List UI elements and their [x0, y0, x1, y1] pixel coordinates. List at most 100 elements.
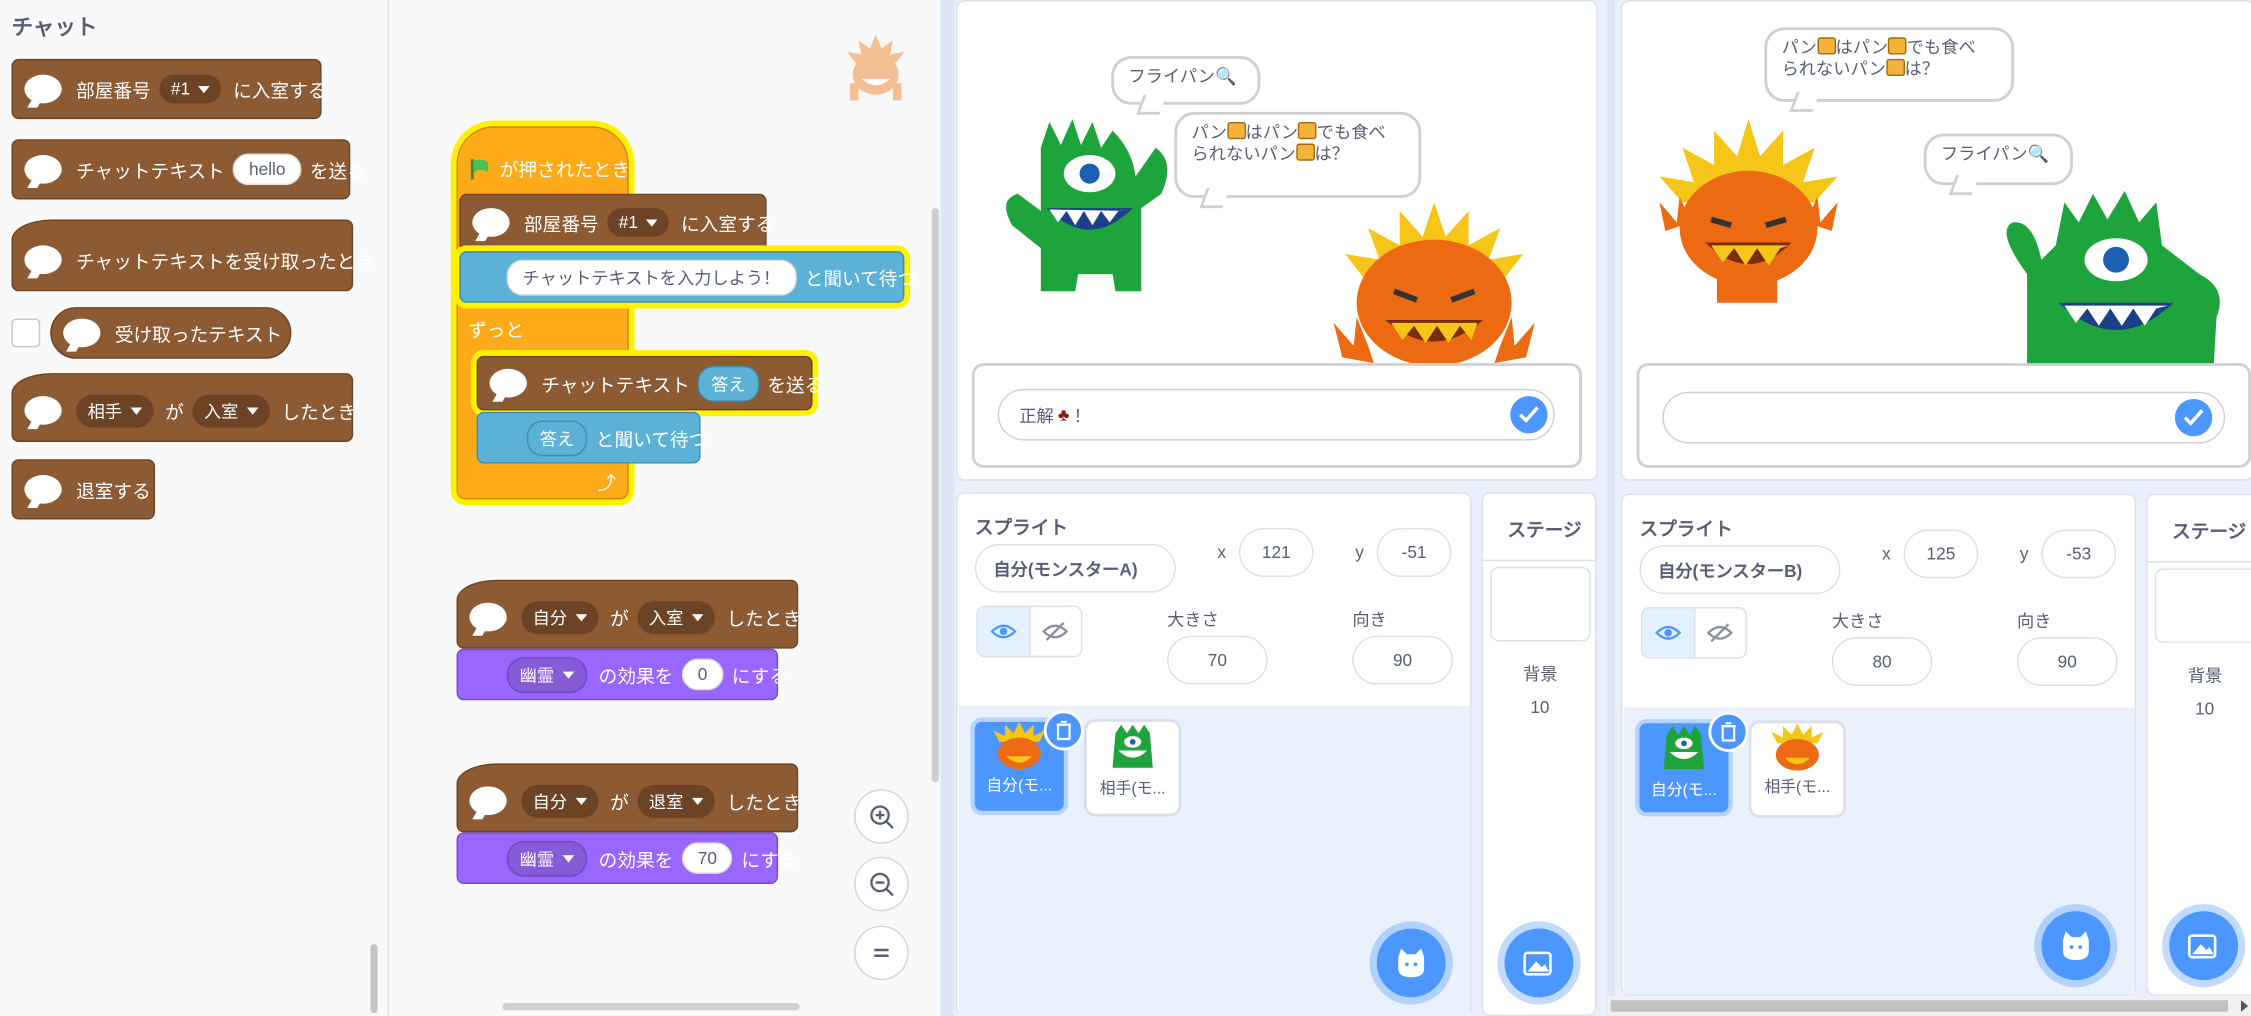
y-field[interactable]: -51: [1376, 528, 1452, 577]
magnifier-icon: 🔍: [1215, 66, 1237, 87]
green-monster-sprite[interactable]: [998, 119, 1176, 300]
palette-block-on-receive-hat[interactable]: チャットテキストを受け取ったとき: [11, 219, 374, 292]
sprite-thumb-partner[interactable]: 相手(モ...: [1083, 718, 1182, 817]
chat-bubble-icon: [489, 368, 527, 398]
window-horizontal-scrollbar[interactable]: [1607, 995, 2251, 1016]
checkmark-icon: [1519, 406, 1539, 423]
block-text: と聞いて待つ: [804, 267, 917, 290]
y-field[interactable]: -53: [2041, 529, 2117, 579]
direction-label: 向き: [2017, 611, 2052, 632]
show-button[interactable]: [977, 607, 1031, 656]
stage-selector-b[interactable]: ステージ 背景 10: [2146, 493, 2251, 996]
delete-sprite-button[interactable]: [1043, 710, 1084, 751]
backdrop-thumb[interactable]: [2154, 568, 2251, 643]
block-self-joined-hat[interactable]: 自分 が 入室 したとき: [456, 579, 801, 649]
palette-scrollbar[interactable]: [370, 944, 378, 1014]
room-dropdown[interactable]: #1: [159, 74, 222, 104]
size-field[interactable]: 80: [1831, 637, 1933, 686]
who-dropdown[interactable]: 自分: [521, 600, 599, 634]
submit-answer-button[interactable]: [1510, 396, 1548, 434]
orange-monster-sprite[interactable]: [1659, 119, 1841, 306]
scroll-right-arrow-icon[interactable]: [2240, 1000, 2249, 1012]
dropdown-caret-icon: [130, 406, 143, 415]
text-input[interactable]: hello: [233, 153, 302, 186]
size-field[interactable]: 70: [1167, 635, 1268, 685]
block-ask-and-wait-2[interactable]: 答え と聞いて待つ: [476, 411, 707, 464]
hide-button[interactable]: [1695, 608, 1746, 657]
magnifier-icon: 🔍: [2027, 143, 2050, 164]
stage-selector-a[interactable]: ステージ 背景 10: [1481, 492, 1597, 1016]
block-text: を送る: [309, 160, 366, 182]
chat-bubble-icon: [24, 474, 62, 504]
who-dropdown[interactable]: 自分: [521, 784, 599, 818]
cat-add-icon: [2062, 931, 2089, 961]
zoom-reset-button[interactable]: [854, 925, 909, 981]
choose-sprite-button[interactable]: [2041, 911, 2111, 981]
divider-line: [1482, 559, 1595, 562]
scrollbar-thumb[interactable]: [1610, 1000, 2229, 1012]
answer-input[interactable]: 正解 ♣！: [997, 388, 1555, 441]
palette-block-send-text[interactable]: チャットテキスト hello を送る: [11, 139, 366, 200]
workspace-vertical-scrollbar[interactable]: [931, 208, 939, 783]
block-self-left-hat[interactable]: 自分 が 退室 したとき: [456, 763, 801, 833]
block-set-ghost-effect-2[interactable]: 幽霊 の効果を 70 にする: [456, 832, 798, 884]
backdrop-thumb[interactable]: [1490, 566, 1591, 642]
delete-sprite-button[interactable]: [1708, 711, 1749, 752]
workspace-horizontal-scrollbar[interactable]: [502, 1003, 800, 1011]
block-send-chat-text[interactable]: チャットテキスト 答え を送る: [476, 355, 823, 411]
direction-field[interactable]: 90: [1352, 635, 1453, 685]
sprite-watermark-icon: [846, 34, 905, 101]
chat-bubble-icon: [469, 786, 507, 816]
visibility-toggle[interactable]: [976, 605, 1083, 658]
choose-backdrop-button[interactable]: [2169, 911, 2239, 981]
orange-monster-sprite[interactable]: [1333, 202, 1535, 364]
sprite-name-field[interactable]: 自分(モンスターA): [974, 543, 1176, 593]
answer-input[interactable]: [1662, 391, 2226, 444]
answer-reporter[interactable]: 答え: [526, 419, 588, 456]
dropdown-caret-icon: [562, 854, 575, 862]
event-dropdown[interactable]: 退室: [637, 784, 715, 818]
chat-bubble-icon: [24, 74, 62, 104]
x-field[interactable]: 121: [1238, 528, 1314, 577]
visibility-toggle[interactable]: [1640, 607, 1748, 659]
answer-reporter[interactable]: 答え: [698, 365, 759, 402]
effect-value-input[interactable]: 0: [681, 658, 724, 691]
chat-bubble-icon: [469, 602, 507, 632]
effect-dropdown[interactable]: 幽霊: [506, 840, 588, 877]
dropdown-caret-icon: [692, 613, 704, 621]
stage-b[interactable]: パン はパン でも食べ られないパン は？ フライパン🔍: [1620, 0, 2251, 481]
direction-field[interactable]: 90: [2017, 637, 2118, 686]
block-ask-and-wait[interactable]: チャットテキストを入力しよう！ と聞いて待つ: [459, 251, 916, 303]
palette-block-join-room[interactable]: 部屋番号 #1 に入室する: [11, 58, 326, 120]
zoom-out-button[interactable]: [854, 856, 909, 912]
palette-block-partner-joined-hat[interactable]: 相手 が 入室 したとき: [11, 373, 356, 442]
monitor-checkbox[interactable]: [11, 318, 41, 348]
trash-icon: [1721, 722, 1736, 742]
zoom-in-button[interactable]: [854, 789, 909, 844]
block-set-ghost-effect[interactable]: 幽霊 の効果を 0 にする: [456, 648, 788, 701]
forever-label: ずっと: [468, 320, 525, 342]
choose-backdrop-button[interactable]: [1504, 928, 1574, 998]
event-dropdown[interactable]: 入室: [192, 393, 270, 427]
palette-block-leave-room[interactable]: 退室する: [11, 459, 156, 520]
event-dropdown[interactable]: 入室: [637, 600, 715, 634]
palette-reporter-received-text[interactable]: 受け取ったテキスト: [50, 307, 292, 359]
submit-answer-button[interactable]: [2174, 398, 2213, 437]
hide-button[interactable]: [1030, 607, 1081, 656]
ask-text-input[interactable]: チャットテキストを入力しよう！: [506, 259, 797, 295]
x-label: x: [1882, 543, 1891, 564]
show-button[interactable]: [1642, 608, 1695, 658]
x-field[interactable]: 125: [1903, 529, 1979, 579]
sprite-name-field[interactable]: 自分(モンスターB): [1639, 545, 1841, 595]
effect-dropdown[interactable]: 幽霊: [506, 656, 588, 693]
sprite-thumb-partner[interactable]: 相手(モ...: [1748, 720, 1847, 818]
stage-a[interactable]: フライパン🔍 パン はパン でも食べ られないパン は？ 正解 ♣！: [956, 0, 1598, 481]
who-dropdown[interactable]: 相手: [76, 393, 154, 427]
room-dropdown[interactable]: #1: [607, 208, 670, 237]
block-join-room[interactable]: 部屋番号 #1 に入室する: [459, 193, 774, 252]
speech-bubble-question: パン はパン でも食べ られないパン は？: [1174, 111, 1422, 199]
green-monster-sprite[interactable]: [1984, 188, 2237, 366]
effect-value-input[interactable]: 70: [681, 842, 733, 874]
backdrop-label: 背景: [2187, 665, 2223, 686]
choose-sprite-button[interactable]: [1376, 928, 1446, 998]
